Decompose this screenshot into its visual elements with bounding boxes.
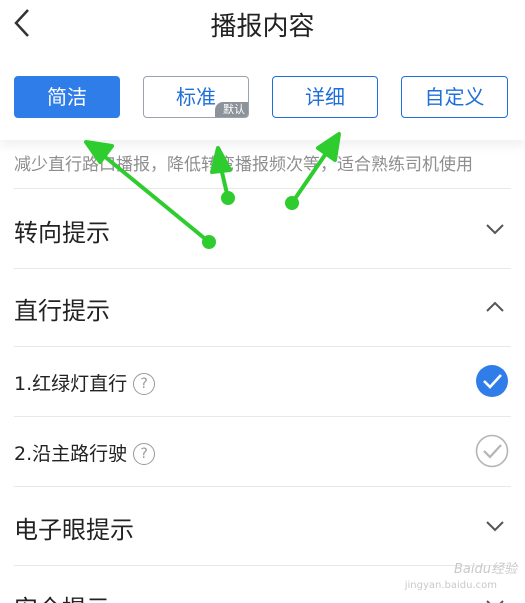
help-icon[interactable]: ? <box>133 443 156 465</box>
mode-button-custom[interactable]: 自定义 <box>401 76 508 118</box>
mode-label: 简洁 <box>47 85 87 109</box>
mode-description: 减少直行路口播报，降低转弯播报频次等，适合熟练司机使用 <box>14 155 473 175</box>
watermark: Baidu经验 <box>454 562 517 577</box>
page-title: 播报内容 <box>210 12 315 42</box>
list-item-main-road: 2.沿主路行驶? <box>14 417 511 487</box>
section-label: 直行提示 <box>14 297 110 325</box>
section-camera[interactable]: 电子眼提示 <box>14 487 511 566</box>
item-label-wrap: 1.红绿灯直行? <box>14 369 156 396</box>
app-header: 播报内容 <box>0 0 525 44</box>
mode-button-detailed[interactable]: 详细 <box>272 76 378 118</box>
checkbox-checked-icon[interactable] <box>475 364 509 398</box>
mode-selector: 简洁 标准 默认 详细 自定义 <box>0 44 525 140</box>
item-label-wrap: 2.沿主路行驶? <box>14 439 156 466</box>
checkbox-unchecked-icon[interactable] <box>475 434 509 468</box>
section-label: 安全提示 <box>14 589 110 603</box>
section-straight[interactable]: 直行提示 <box>14 268 511 347</box>
section-label: 转向提示 <box>14 219 110 247</box>
mode-button-standard[interactable]: 标准 默认 <box>143 76 249 118</box>
section-label: 电子眼提示 <box>14 516 134 544</box>
watermark-url: jingyan.baidu.com <box>404 580 497 591</box>
help-icon[interactable]: ? <box>133 373 156 395</box>
mode-label: 详细 <box>305 85 345 109</box>
chevron-down-icon <box>486 224 504 235</box>
item-label: 2.沿主路行驶 <box>14 443 128 465</box>
list-item-traffic-light: 1.红绿灯直行? <box>14 347 511 417</box>
chevron-down-icon <box>486 600 504 603</box>
chevron-down-icon <box>486 521 504 532</box>
chevron-up-icon <box>486 301 504 312</box>
item-label: 1.红绿灯直行 <box>14 373 128 395</box>
mode-button-concise[interactable]: 简洁 <box>14 76 120 118</box>
default-badge: 默认 <box>215 102 248 117</box>
mode-label: 标准 <box>176 85 216 109</box>
section-turn[interactable]: 转向提示 <box>14 188 511 269</box>
mode-label: 自定义 <box>424 85 485 109</box>
